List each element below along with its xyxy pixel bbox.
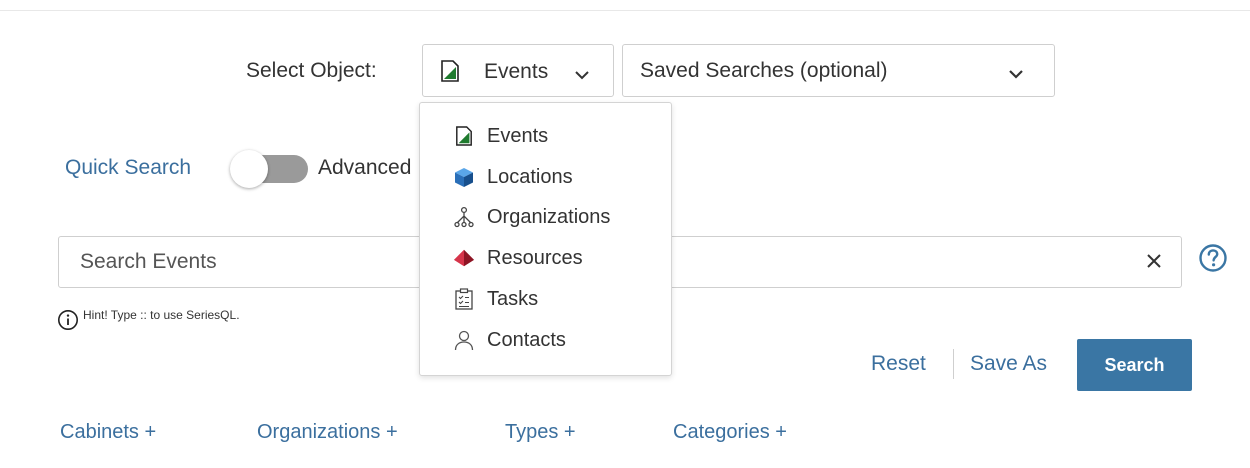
locations-icon: [453, 166, 475, 188]
menu-item-resources[interactable]: Resources: [453, 243, 583, 273]
menu-item-label: Contacts: [487, 328, 566, 351]
contacts-icon: [453, 329, 475, 351]
object-select-value: Events: [484, 60, 549, 83]
hint-text: Hint! Type :: to use SeriesQL.: [83, 308, 240, 322]
select-object-label: Select Object:: [246, 59, 377, 82]
menu-item-label: Tasks: [487, 287, 539, 310]
events-icon: [440, 60, 460, 87]
saved-searches-value: Saved Searches (optional): [640, 59, 888, 82]
seriesql-hint: Hint! Type :: to use SeriesQL.: [57, 308, 240, 336]
info-icon: [57, 309, 79, 336]
menu-item-label: Resources: [487, 246, 583, 269]
menu-item-locations[interactable]: Locations: [453, 162, 573, 192]
advanced-search-label[interactable]: Advanced: [318, 156, 420, 180]
organizations-filter-link[interactable]: Organizations +: [257, 421, 398, 444]
categories-filter-link[interactable]: Categories +: [673, 421, 787, 444]
quick-search-label[interactable]: Quick Search: [65, 156, 191, 180]
events-icon: [453, 125, 475, 147]
chevron-down-icon: [1008, 66, 1024, 84]
toggle-knob[interactable]: [230, 150, 268, 188]
organizations-icon: [453, 206, 475, 228]
saved-searches-select[interactable]: Saved Searches (optional): [622, 44, 1055, 97]
menu-item-tasks[interactable]: Tasks: [453, 284, 538, 314]
clear-search-button[interactable]: [1140, 247, 1168, 275]
menu-item-label: Events: [487, 124, 549, 147]
save-as-link[interactable]: Save As: [970, 352, 1047, 376]
chevron-down-icon: [574, 67, 590, 85]
menu-item-label: Locations: [487, 165, 573, 188]
menu-item-contacts[interactable]: Contacts: [453, 325, 566, 355]
action-divider: [953, 349, 954, 379]
reset-link[interactable]: Reset: [871, 352, 926, 376]
help-icon[interactable]: [1198, 243, 1228, 278]
cabinets-filter-link[interactable]: Cabinets +: [60, 421, 156, 444]
top-divider: [0, 10, 1250, 11]
menu-item-label: Organizations: [487, 205, 611, 228]
menu-item-organizations[interactable]: Organizations: [453, 202, 610, 232]
search-button[interactable]: Search: [1077, 339, 1192, 391]
close-icon: [1147, 254, 1161, 268]
resources-icon: [453, 247, 475, 269]
menu-item-events[interactable]: Events: [453, 121, 548, 151]
object-type-menu: Events Locations Organizations Resources…: [419, 102, 672, 376]
tasks-icon: [453, 288, 475, 310]
types-filter-link[interactable]: Types +: [505, 421, 576, 444]
